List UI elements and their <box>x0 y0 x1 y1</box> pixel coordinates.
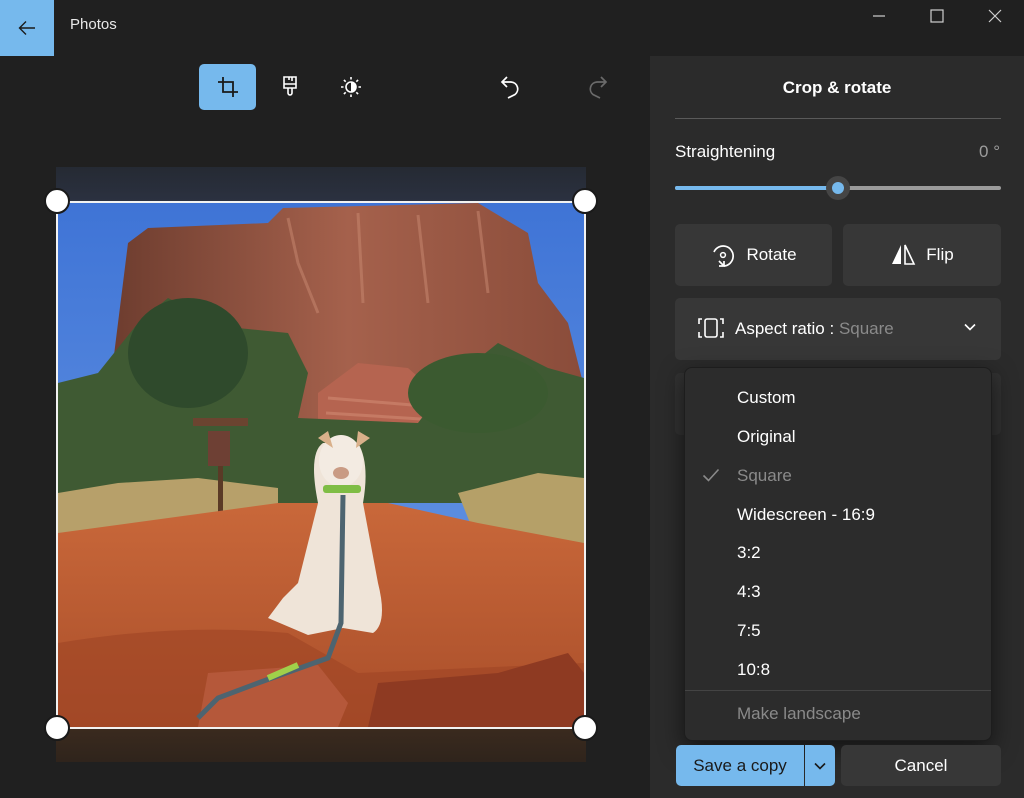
menu-item-4-3[interactable]: 4:3 <box>685 573 991 611</box>
crop-dim-bottom <box>56 729 586 762</box>
rotate-icon <box>713 245 735 267</box>
brightness-icon <box>340 77 361 97</box>
undo-button[interactable] <box>482 64 539 110</box>
crop-dim-top <box>56 167 586 201</box>
flip-icon <box>892 244 916 265</box>
flip-label: Flip <box>926 245 954 264</box>
straightening-slider[interactable] <box>675 176 1001 200</box>
crop-tool-button[interactable] <box>199 64 256 110</box>
app-title: Photos <box>70 16 117 33</box>
flip-button[interactable]: Flip <box>843 224 1001 286</box>
slider-fill <box>675 186 838 190</box>
close-button[interactable] <box>966 0 1024 32</box>
menu-item-make-landscape: Make landscape <box>685 695 991 733</box>
checkmark-icon <box>702 468 720 482</box>
minimize-icon <box>873 15 885 17</box>
menu-item-7-5[interactable]: 7:5 <box>685 612 991 650</box>
aspect-ratio-text: Aspect ratio : <box>735 319 839 338</box>
crop-handle-top-right[interactable] <box>572 188 598 214</box>
crop-icon <box>217 77 238 97</box>
photo-image <box>56 201 586 729</box>
aspect-ratio-menu: Custom Original Square Widescreen - 16:9… <box>684 367 992 741</box>
menu-item-label: 10:8 <box>737 660 771 679</box>
markup-tool-button[interactable] <box>261 64 318 110</box>
maximize-button[interactable] <box>908 0 966 32</box>
menu-item-label: 7:5 <box>737 621 761 640</box>
menu-item-label: Custom <box>737 388 796 407</box>
menu-item-label: Square <box>737 466 792 485</box>
save-a-copy-button[interactable]: Save a copy <box>676 745 804 786</box>
crop-handle-bottom-left[interactable] <box>44 715 70 741</box>
photo-canvas[interactable] <box>56 167 586 762</box>
cancel-button[interactable]: Cancel <box>841 745 1001 786</box>
rotate-label: Rotate <box>746 245 797 264</box>
adjust-tool-button[interactable] <box>322 64 379 110</box>
minimize-button[interactable] <box>850 0 908 32</box>
menu-item-label: Make landscape <box>737 704 861 723</box>
menu-separator <box>685 690 991 691</box>
back-button[interactable] <box>0 0 54 56</box>
menu-item-square[interactable]: Square <box>685 457 991 495</box>
aspect-ratio-dropdown[interactable]: Aspect ratio : Square <box>675 298 1001 360</box>
menu-item-label: Widescreen - 16:9 <box>737 505 875 524</box>
brush-icon <box>282 76 297 96</box>
straightening-value: 0 ° <box>979 142 1000 161</box>
chevron-down-icon <box>964 323 976 331</box>
save-options-button[interactable] <box>805 745 835 786</box>
arrow-left-icon <box>18 21 35 35</box>
aspect-ratio-value: Square <box>838 319 894 338</box>
crop-handle-bottom-right[interactable] <box>572 715 598 741</box>
menu-item-3-2[interactable]: 3:2 <box>685 534 991 572</box>
maximize-icon <box>930 9 944 23</box>
divider <box>675 118 1001 119</box>
aspect-ratio-label: Aspect ratio : Square <box>735 319 894 339</box>
menu-item-custom[interactable]: Custom <box>685 379 991 417</box>
panel-title: Crop & rotate <box>782 78 892 97</box>
close-icon <box>988 9 1002 23</box>
menu-item-10-8[interactable]: 10:8 <box>685 651 991 689</box>
slider-thumb[interactable] <box>826 176 850 200</box>
redo-icon <box>588 76 607 99</box>
redo-button <box>568 64 625 110</box>
straightening-label: Straightening <box>675 142 776 161</box>
menu-item-label: Original <box>737 427 796 446</box>
undo-icon <box>500 76 519 99</box>
rotate-button[interactable]: Rotate <box>675 224 832 286</box>
menu-item-widescreen[interactable]: Widescreen - 16:9 <box>685 496 991 534</box>
chevron-down-icon <box>814 762 826 770</box>
menu-item-label: 4:3 <box>737 582 761 601</box>
crop-handle-top-left[interactable] <box>44 188 70 214</box>
menu-item-original[interactable]: Original <box>685 418 991 456</box>
aspect-ratio-icon <box>698 318 724 338</box>
menu-item-label: 3:2 <box>737 543 761 562</box>
